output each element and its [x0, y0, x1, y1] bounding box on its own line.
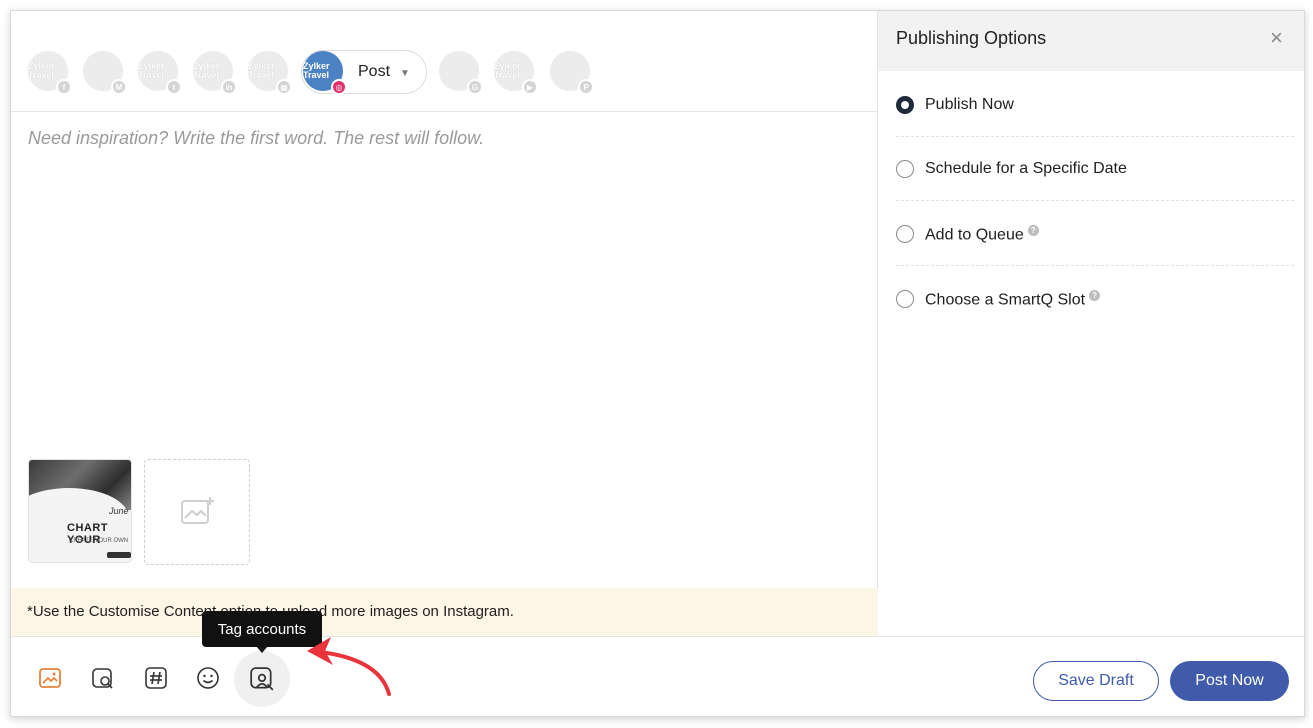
hashtag-icon [145, 667, 167, 689]
option-label-text: Add to Queue [925, 226, 1024, 244]
twitter-icon: t [166, 79, 182, 95]
tag-accounts-button[interactable] [234, 651, 290, 707]
radio-smartq-slot[interactable] [896, 290, 914, 308]
media-library-icon [92, 668, 113, 689]
pinterest-icon: P [578, 79, 594, 95]
compose-window: Zylker Travel f M Zylker Travel t Zylker T… [10, 10, 1305, 717]
google-my-business-icon: M [111, 79, 127, 95]
thumbnail-subtitle: CREATE YOUR OWN [69, 538, 129, 544]
separator [896, 200, 1294, 201]
instagram-icon: ◎ [331, 79, 347, 95]
account-pinterest[interactable]: P [550, 51, 594, 95]
account-twitter[interactable]: Zylker Travel t [138, 51, 182, 95]
tag-accounts-icon [250, 667, 274, 691]
option-label: Schedule for a Specific Date [925, 160, 1127, 177]
account-label: Zylker Travel [248, 61, 275, 80]
chevron-down-icon: ▼ [400, 68, 410, 79]
tooltip-arrow [256, 646, 268, 653]
option-smartq-slot[interactable]: Choose a SmartQ Slot? [896, 267, 1294, 331]
composer: Zylker Travel f M Zylker Travel t Zylker T… [11, 11, 878, 636]
emoji-button[interactable] [193, 663, 223, 693]
image-icon [39, 668, 61, 688]
account-label: Zylker Travel [193, 61, 220, 80]
separator [896, 265, 1294, 266]
post-now-button[interactable]: Post Now [1170, 661, 1289, 701]
help-icon[interactable]: ? [1089, 290, 1101, 301]
image-tool-button[interactable] [35, 663, 65, 693]
annotation-arrow-icon [307, 637, 391, 696]
account-instagram[interactable]: Zylker Travel ◎ [303, 51, 347, 95]
account-facebook[interactable]: Zylker Travel f [28, 51, 72, 95]
emoji-icon [197, 667, 219, 689]
option-schedule-date[interactable]: Schedule for a Specific Date [896, 137, 1294, 201]
option-label: Publish Now [925, 96, 1014, 113]
youtube-icon: ▶ [522, 79, 538, 95]
thumbnail-script: June [109, 506, 129, 516]
accounts-bar: Zylker Travel f M Zylker Travel t Zylker T… [11, 11, 878, 112]
account-google-my-business[interactable]: M [83, 51, 127, 95]
instagram-notice: *Use the Customise Content option to upl… [11, 588, 878, 636]
save-draft-button[interactable]: Save Draft [1033, 661, 1159, 701]
linkedin-page-icon: ▦ [276, 79, 292, 95]
google-icon: G [467, 79, 483, 95]
close-icon[interactable]: × [1270, 25, 1283, 51]
post-type-label: Post [358, 63, 391, 80]
composer-toolbar: Save Draft Post Now [11, 636, 1304, 716]
panel-title: Publishing Options [896, 28, 1047, 48]
radio-schedule-date[interactable] [896, 160, 914, 178]
facebook-icon: f [56, 79, 72, 95]
account-linkedin-page[interactable]: Zylker Travel ▦ [248, 51, 292, 95]
option-label: Add to Queue? [925, 225, 1039, 244]
radio-publish-now[interactable] [896, 96, 914, 114]
option-publish-now[interactable]: Publish Now [896, 73, 1294, 137]
account-youtube[interactable]: Zylker Travel ▶ [494, 51, 538, 95]
hashtag-button[interactable] [141, 663, 171, 693]
add-image-icon [181, 497, 214, 524]
account-label: Zylker Travel [303, 61, 330, 80]
add-media-button[interactable] [144, 459, 250, 565]
media-library-button[interactable] [88, 663, 118, 693]
linkedin-icon: in [221, 79, 237, 95]
panel-header: Publishing Options × [878, 11, 1304, 71]
account-label: Zylker Travel [494, 61, 521, 80]
account-google[interactable]: G [439, 51, 483, 95]
option-label-text: Choose a SmartQ Slot [925, 291, 1086, 309]
media-thumbnail[interactable]: June CHART YOUR CREATE YOUR OWN [28, 459, 132, 563]
account-linkedin[interactable]: Zylker Travel in [193, 51, 237, 95]
publishing-options-panel: Publishing Options × Publish Now Schedul… [878, 11, 1304, 636]
account-label: Zylker Travel [138, 61, 165, 80]
option-label: Choose a SmartQ Slot? [925, 290, 1101, 309]
radio-add-to-queue[interactable] [896, 225, 914, 243]
option-add-to-queue[interactable]: Add to Queue? [896, 202, 1294, 266]
account-label: Zylker Travel [28, 61, 55, 80]
thumbnail-button-shape [107, 552, 131, 558]
post-editor-placeholder[interactable]: Need inspiration? Write the first word. … [28, 128, 484, 149]
help-icon[interactable]: ? [1027, 225, 1039, 236]
